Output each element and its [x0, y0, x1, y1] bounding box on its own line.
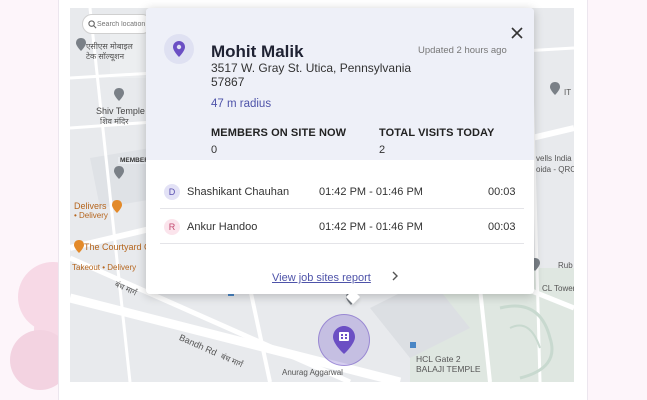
- map-label: CL Tower: [542, 284, 574, 293]
- map-label: एसीएस मोबाइल: [86, 42, 133, 51]
- site-name: Mohit Malik: [211, 42, 304, 61]
- map-label: BALAJI TEMPLE: [416, 364, 481, 374]
- map-label: oida - QRC: [536, 165, 574, 174]
- map-label: vells India: [536, 154, 572, 163]
- visit-duration: 00:03: [488, 185, 516, 198]
- location-pin-icon: [173, 41, 185, 57]
- visit-row: R Ankur Handoo 01:42 PM - 01:46 PM 00:03: [160, 210, 524, 244]
- job-site-popup: Mohit Malik 3517 W. Gray St. Utica, Penn…: [146, 8, 534, 294]
- job-site-marker-icon[interactable]: [333, 326, 355, 354]
- map-label: Takeout • Delivery: [72, 263, 137, 272]
- close-button[interactable]: [508, 24, 526, 42]
- member-name: Shashikant Chauhan: [187, 185, 290, 198]
- visit-time-range: 01:42 PM - 01:46 PM: [319, 220, 423, 233]
- poi-marker-icon: [114, 166, 124, 179]
- search-icon: [88, 19, 97, 28]
- poi-marker-icon: [76, 38, 86, 51]
- map-label: टेक सॉल्यूशन: [86, 52, 125, 61]
- total-visits-label: TOTAL VISITS TODAY: [379, 127, 495, 139]
- map-label: Shiv Temple: [96, 106, 145, 116]
- visit-time-range: 01:42 PM - 01:46 PM: [319, 185, 423, 198]
- map-label: • Delivery: [74, 211, 108, 220]
- map-label: Rub: [558, 261, 573, 270]
- map-label: शिव मंदिर: [100, 117, 129, 126]
- map-label: Anurag Aggarwal: [282, 368, 343, 377]
- site-address: 3517 W. Gray St. Utica, Pennsylvania 578…: [211, 61, 412, 89]
- site-radius: 47 m radius: [211, 98, 272, 110]
- visit-row: D Shashikant Chauhan 01:42 PM - 01:46 PM…: [160, 175, 524, 209]
- close-icon: [511, 27, 523, 39]
- members-on-site-label: MEMBERS ON SITE NOW: [211, 127, 347, 139]
- total-visits-value: 2: [379, 144, 386, 156]
- chevron-right-icon[interactable]: [391, 270, 399, 284]
- poi-marker-icon: [114, 88, 124, 101]
- poi-marker-icon: [550, 82, 560, 95]
- search-location-box[interactable]: [82, 14, 152, 34]
- member-name: Ankur Handoo: [187, 220, 258, 233]
- updated-timestamp: Updated 2 hours ago: [418, 45, 507, 56]
- search-location-input[interactable]: [97, 20, 149, 28]
- map-label: Delivers: [74, 201, 107, 211]
- location-avatar: [164, 34, 194, 64]
- restaurant-marker-icon: [112, 200, 122, 213]
- member-avatar: D: [164, 183, 180, 200]
- view-job-sites-report-link[interactable]: View job sites report: [272, 272, 371, 284]
- restaurant-marker-icon: [74, 240, 84, 253]
- member-avatar: R: [164, 218, 180, 235]
- visit-duration: 00:03: [488, 220, 516, 233]
- map-label: IT: [564, 88, 572, 97]
- members-on-site-value: 0: [211, 144, 218, 156]
- map-label: HCL Gate 2: [416, 354, 461, 364]
